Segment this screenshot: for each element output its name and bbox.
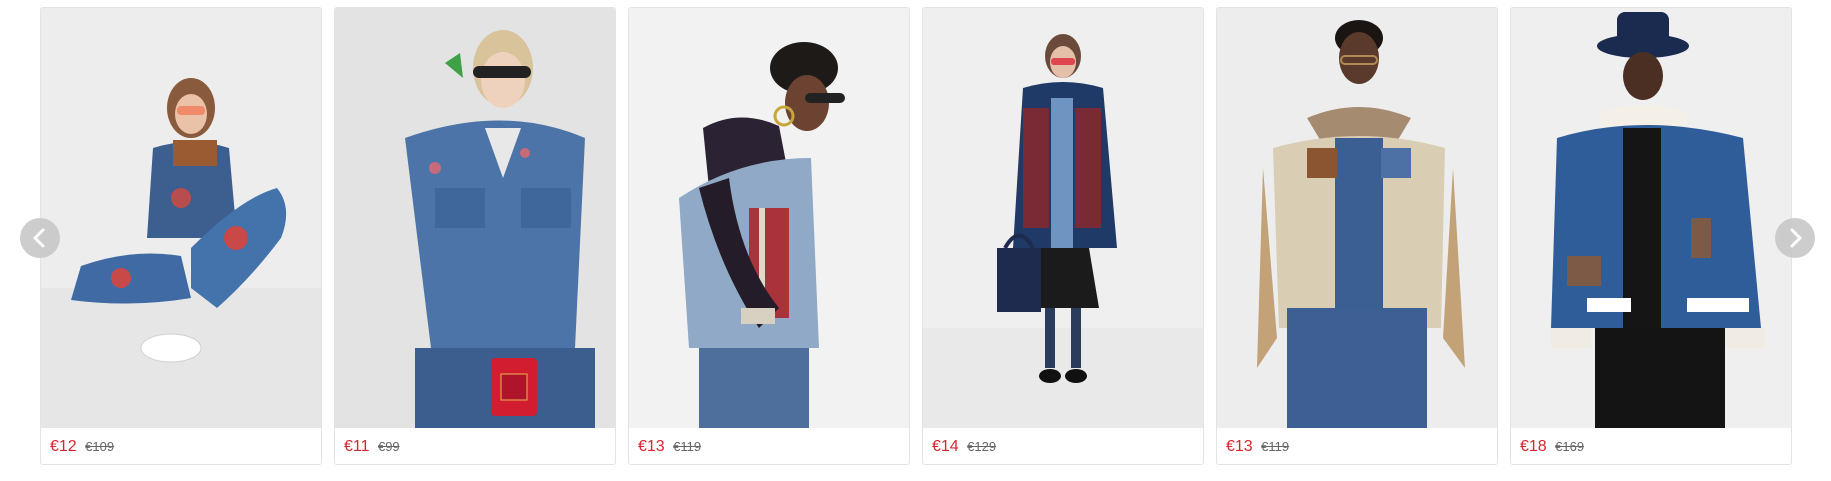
- chevron-left-icon: [33, 228, 45, 248]
- product-carousel: €12 €109 €11 €99 €13 €119 €14 €129 €13 €…: [0, 0, 1831, 481]
- product-card[interactable]: €13 €119: [628, 7, 910, 465]
- price-current: €14: [932, 438, 959, 455]
- price-current: €12: [50, 438, 77, 455]
- price-current: €13: [1226, 438, 1253, 455]
- product-card[interactable]: €14 €129: [922, 7, 1204, 465]
- product-image[interactable]: [1511, 8, 1791, 428]
- carousel-track: €12 €109 €11 €99 €13 €119 €14 €129 €13 €…: [40, 7, 1794, 467]
- product-image[interactable]: [923, 8, 1203, 428]
- price-row: €12 €109: [50, 435, 114, 459]
- carousel-next-button[interactable]: [1775, 218, 1815, 258]
- carousel-prev-button[interactable]: [20, 218, 60, 258]
- price-original: €109: [85, 439, 115, 454]
- price-original: €119: [1261, 439, 1290, 454]
- product-image[interactable]: [335, 8, 615, 428]
- product-card[interactable]: €18 €169: [1510, 7, 1792, 465]
- price-original: €169: [1555, 439, 1585, 454]
- price-row: €13 €119: [1226, 435, 1289, 459]
- price-original: €99: [377, 439, 400, 454]
- price-row: €11 €99: [344, 435, 400, 459]
- price-current: €18: [1520, 438, 1547, 455]
- price-current: €11: [344, 438, 370, 455]
- price-row: €14 €129: [932, 435, 996, 459]
- product-card[interactable]: €12 €109: [40, 7, 322, 465]
- price-original: €119: [673, 439, 702, 454]
- product-card[interactable]: €13 €119: [1216, 7, 1498, 465]
- product-card[interactable]: €11 €99: [334, 7, 616, 465]
- product-image[interactable]: [629, 8, 909, 428]
- price-current: €13: [638, 438, 665, 455]
- price-row: €18 €169: [1520, 435, 1584, 459]
- chevron-right-icon: [1790, 228, 1802, 248]
- product-image[interactable]: [1217, 8, 1497, 428]
- price-original: €129: [967, 439, 997, 454]
- product-image[interactable]: [41, 8, 321, 428]
- price-row: €13 €119: [638, 435, 701, 459]
